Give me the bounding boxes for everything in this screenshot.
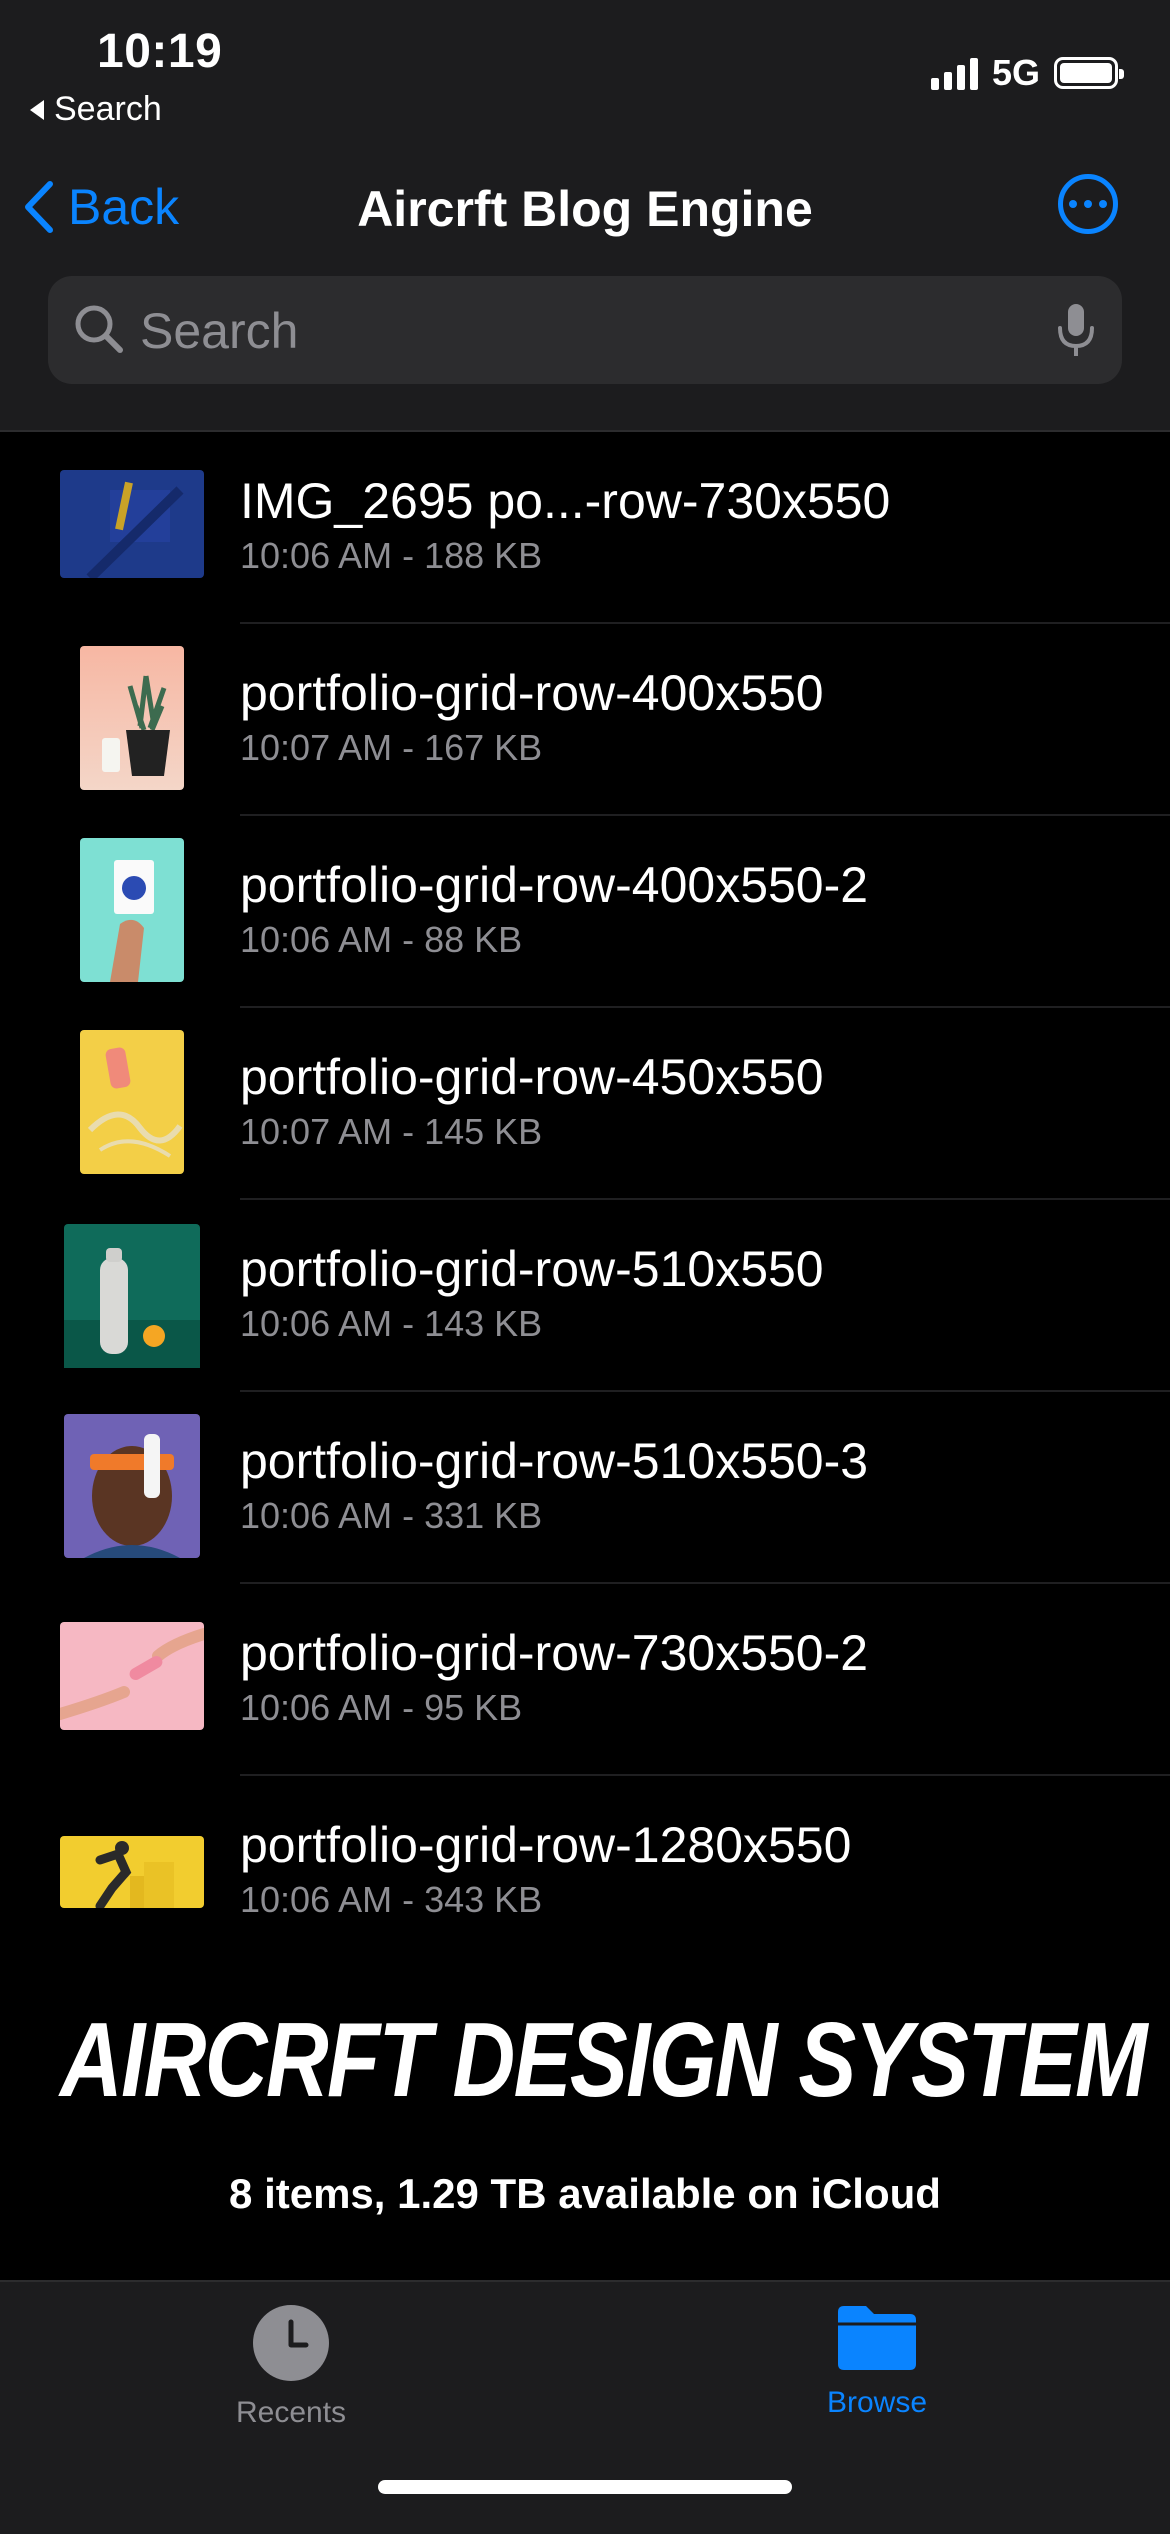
status-time: 10:19 <box>97 25 223 78</box>
tab-recents[interactable]: Recents <box>141 2304 441 2430</box>
file-thumbnail-image <box>60 1622 204 1730</box>
cellular-signal-icon <box>930 56 978 90</box>
file-thumbnail-image <box>80 838 184 982</box>
file-meta: 10:06 AM - 331 KB <box>240 1495 543 1536</box>
file-meta: 10:06 AM - 188 KB <box>240 535 543 576</box>
file-thumbnail-image <box>64 1414 200 1558</box>
file-meta: 10:06 AM - 343 KB <box>240 1879 543 1920</box>
navigation-bar: Back Aircrft Blog Engine <box>0 140 1170 432</box>
return-app-label: Search <box>54 90 162 128</box>
search-bar[interactable] <box>48 276 1122 386</box>
storage-summary: 8 items, 1.29 TB available on iCloud <box>229 2170 941 2217</box>
file-name: portfolio-grid-row-450x550 <box>240 1049 824 1105</box>
file-row[interactable]: portfolio-grid-row-510x550-3 10:06 AM - … <box>0 1392 1170 1584</box>
file-thumbnail-image <box>80 1030 184 1174</box>
tab-label: Browse <box>826 2386 928 2419</box>
file-meta: 10:06 AM - 88 KB <box>240 919 523 960</box>
ellipsis-circle-icon[interactable] <box>1058 174 1118 234</box>
file-name: portfolio-grid-row-730x550-2 <box>240 1625 869 1681</box>
file-meta: 10:06 AM - 143 KB <box>240 1303 543 1344</box>
back-triangle-icon <box>30 99 44 120</box>
status-bar: 10:19 Search 5G <box>0 0 1170 140</box>
tab-browse[interactable]: Browse <box>727 2304 1027 2420</box>
file-thumbnail-image <box>80 646 184 790</box>
folder-icon <box>838 2306 916 2370</box>
file-row[interactable]: portfolio-grid-row-450x550 10:07 AM - 14… <box>0 1008 1170 1200</box>
file-row[interactable]: portfolio-grid-row-510x550 10:06 AM - 14… <box>0 1200 1170 1392</box>
tab-bar: Recents Browse <box>0 2280 1170 2534</box>
file-name: portfolio-grid-row-1280x550 <box>240 1817 852 1873</box>
file-meta: 10:07 AM - 167 KB <box>240 727 543 768</box>
status-indicators: 5G <box>930 52 1124 94</box>
file-row[interactable]: IMG_2695 po...-row-730x550 10:06 AM - 18… <box>0 432 1170 624</box>
tab-label: Recents <box>235 2396 347 2429</box>
file-row[interactable]: portfolio-grid-row-400x550 10:07 AM - 16… <box>0 624 1170 816</box>
file-row[interactable]: portfolio-grid-row-1280x550 10:06 AM - 3… <box>0 1776 1170 1968</box>
return-to-app-button[interactable]: Search <box>30 90 162 129</box>
file-name: portfolio-grid-row-510x550 <box>240 1241 824 1297</box>
page-title: Aircrft Blog Engine <box>357 181 813 237</box>
file-name: portfolio-grid-row-400x550-2 <box>240 857 869 913</box>
search-input[interactable] <box>138 276 1042 386</box>
search-icon <box>75 305 123 353</box>
file-thumbnail-image <box>60 1836 204 1908</box>
file-list: IMG_2695 po...-row-730x550 10:06 AM - 18… <box>0 432 1170 1968</box>
file-name: portfolio-grid-row-510x550-3 <box>240 1433 869 1489</box>
file-meta: 10:06 AM - 95 KB <box>240 1687 523 1728</box>
brand-logo: AIRCRFT DESIGN SYSTEM <box>60 2001 1148 2119</box>
file-meta: 10:07 AM - 145 KB <box>240 1111 543 1152</box>
file-thumbnail-image <box>64 1224 200 1368</box>
network-type: 5G <box>991 52 1040 93</box>
file-row[interactable]: portfolio-grid-row-730x550-2 10:06 AM - … <box>0 1584 1170 1776</box>
file-name: portfolio-grid-row-400x550 <box>240 665 824 721</box>
battery-icon <box>1054 57 1124 89</box>
file-thumbnail-image <box>60 470 204 578</box>
home-indicator[interactable] <box>378 2480 792 2494</box>
clock-icon <box>253 2305 329 2381</box>
microphone-icon[interactable] <box>1056 302 1096 360</box>
file-name: IMG_2695 po...-row-730x550 <box>240 473 891 529</box>
file-row[interactable]: portfolio-grid-row-400x550-2 10:06 AM - … <box>0 816 1170 1008</box>
